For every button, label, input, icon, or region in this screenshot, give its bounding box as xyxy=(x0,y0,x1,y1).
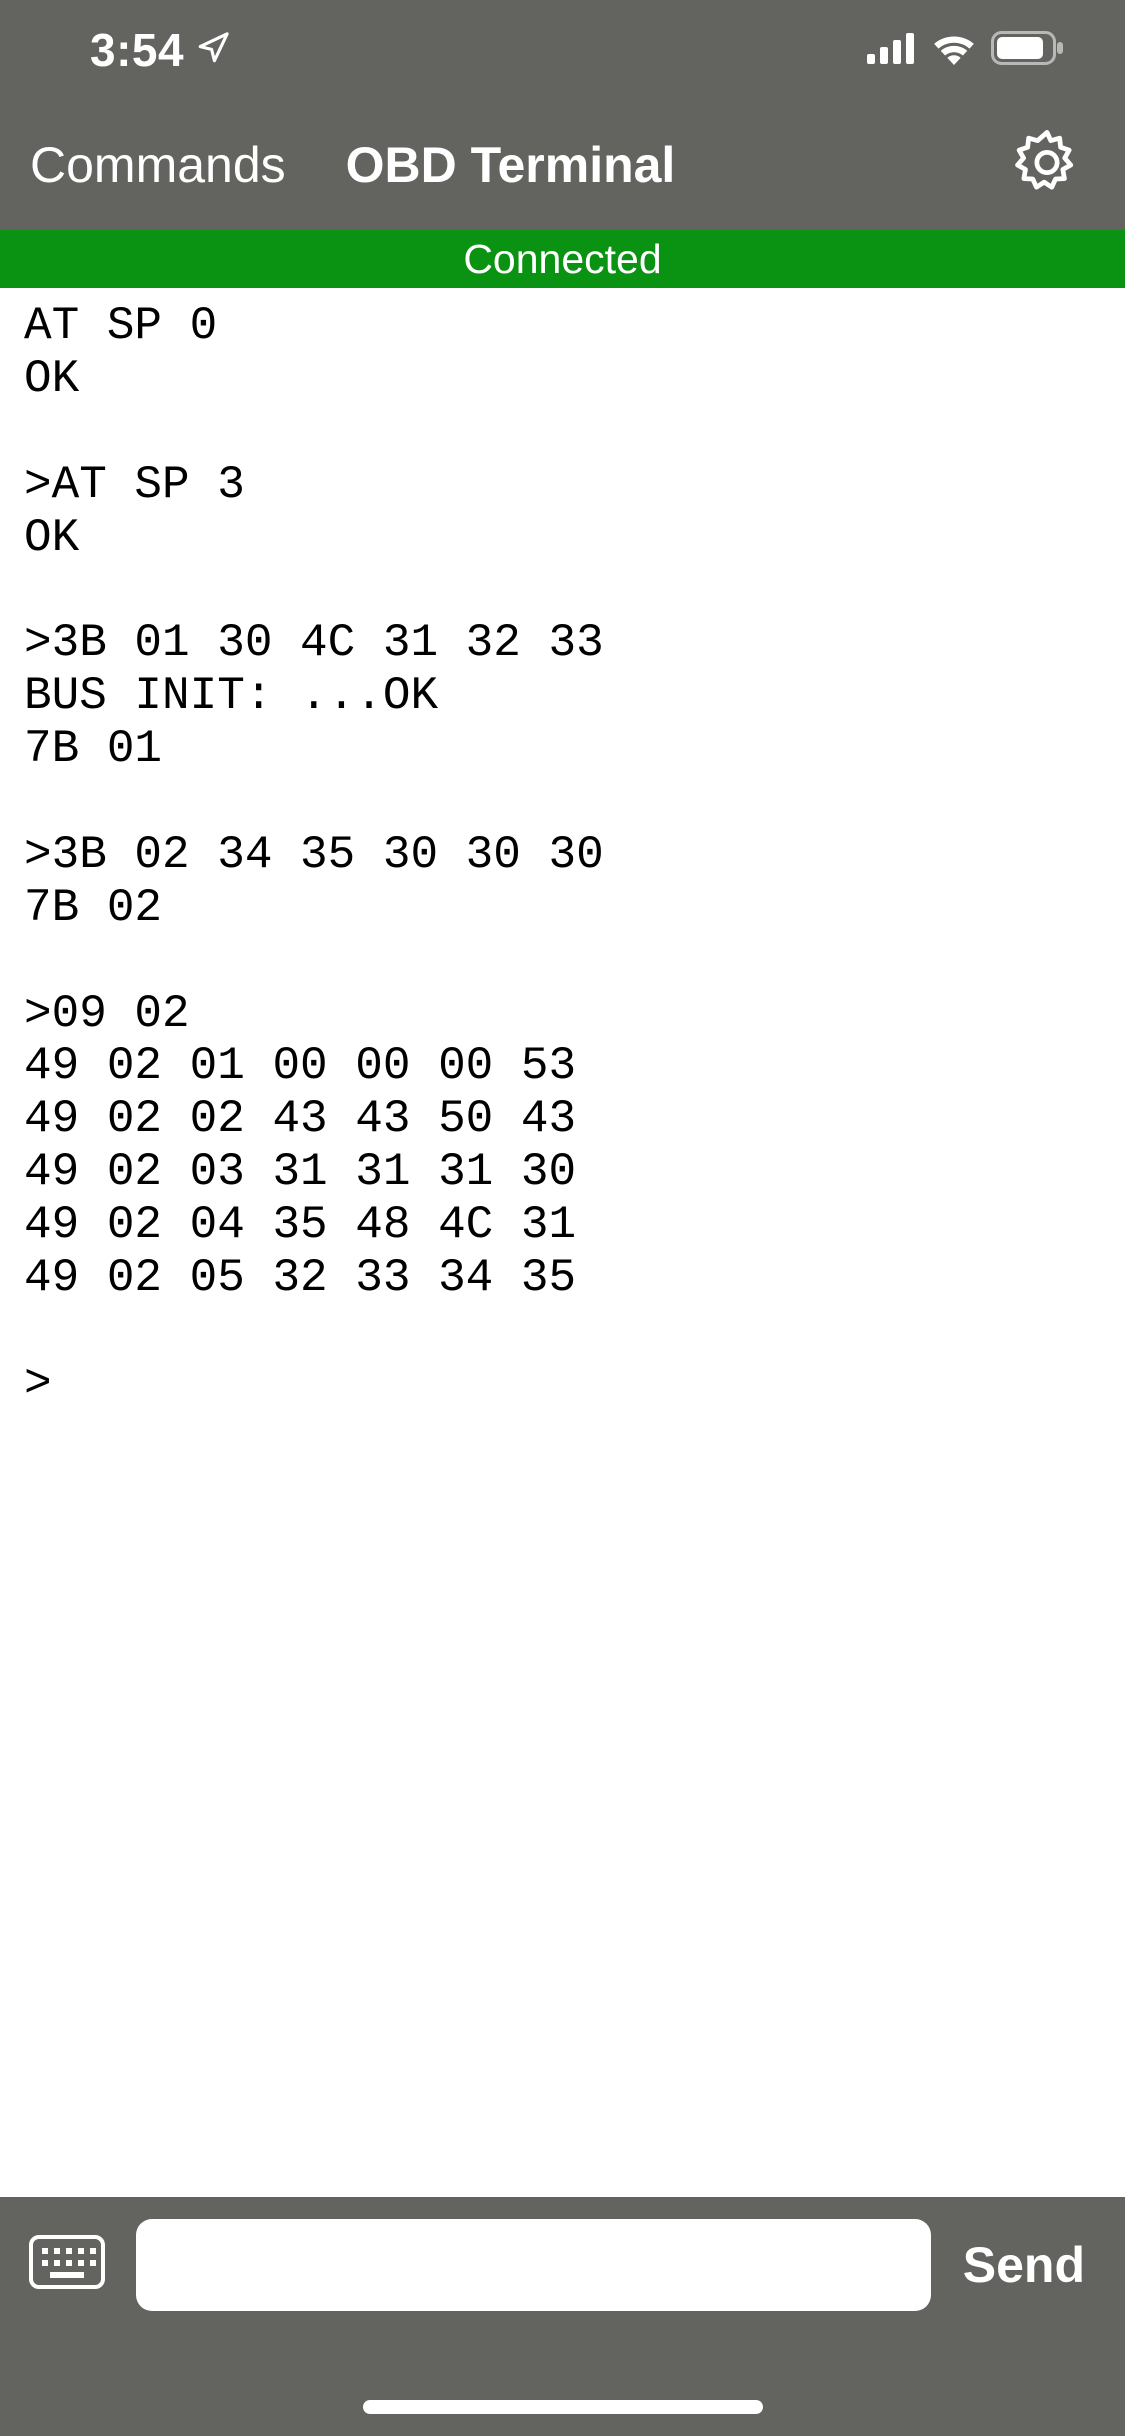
input-toolbar: Send xyxy=(0,2197,1125,2332)
location-icon xyxy=(196,31,230,70)
connection-status-banner: Connected xyxy=(0,230,1125,288)
connection-status-text: Connected xyxy=(463,236,661,283)
settings-button[interactable] xyxy=(1009,125,1085,206)
cellular-icon xyxy=(867,32,917,69)
nav-bar: Commands OBD Terminal xyxy=(0,100,1125,230)
command-input[interactable] xyxy=(136,2219,931,2311)
status-bar-left: 3:54 xyxy=(90,23,230,77)
back-button[interactable]: Commands xyxy=(30,136,286,194)
page-title: OBD Terminal xyxy=(346,136,676,194)
gear-icon xyxy=(1009,188,1085,205)
keyboard-button[interactable] xyxy=(28,2234,106,2295)
status-bar-right xyxy=(867,31,1065,70)
terminal-output[interactable]: AT SP 0 OK >AT SP 3 OK >3B 01 30 4C 31 3… xyxy=(0,288,1125,1411)
battery-icon xyxy=(991,31,1065,70)
status-bar: 3:54 xyxy=(0,0,1125,100)
home-indicator[interactable] xyxy=(363,2400,763,2414)
home-indicator-area xyxy=(0,2332,1125,2436)
keyboard-icon xyxy=(28,2277,106,2294)
status-time: 3:54 xyxy=(90,23,184,77)
send-button[interactable]: Send xyxy=(961,2236,1097,2294)
wifi-icon xyxy=(931,31,977,70)
